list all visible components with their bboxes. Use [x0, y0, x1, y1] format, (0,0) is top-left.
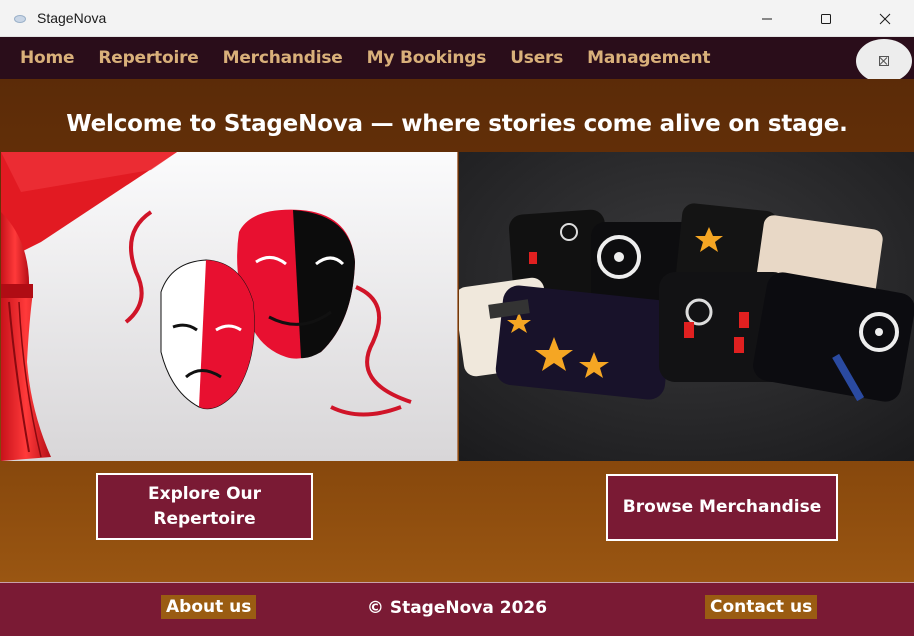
minimize-button[interactable] [737, 0, 796, 37]
nav-users[interactable]: Users [510, 48, 563, 68]
maximize-button[interactable] [796, 0, 855, 37]
main-navigation: Home Repertoire Merchandise My Bookings … [0, 37, 914, 83]
window-title: StageNova [37, 10, 107, 26]
close-box-icon [879, 56, 889, 66]
merchandise-pillows-image [459, 152, 914, 461]
window-controls [737, 0, 914, 37]
close-icon [879, 13, 890, 24]
contact-us-link[interactable]: Contact us [705, 595, 818, 619]
nav-merchandise[interactable]: Merchandise [223, 48, 343, 68]
app-icon [12, 11, 26, 25]
nav-management[interactable]: Management [587, 48, 710, 68]
minimize-icon [761, 18, 772, 19]
welcome-heading: Welcome to StageNova — where stories com… [66, 111, 848, 137]
main-content: Welcome to StageNova — where stories com… [0, 79, 914, 582]
close-window-button[interactable] [855, 0, 914, 37]
nav-close-button[interactable] [856, 39, 912, 83]
nav-my-bookings[interactable]: My Bookings [367, 48, 487, 68]
footer: About us © StageNova 2026 Contact us [0, 582, 914, 636]
browse-merchandise-button[interactable]: Browse Merchandise [606, 474, 838, 541]
nav-repertoire[interactable]: Repertoire [98, 48, 198, 68]
theatre-masks-image [1, 152, 458, 461]
nav-home[interactable]: Home [20, 48, 75, 68]
maximize-icon [820, 13, 831, 24]
window-title-bar: StageNova [0, 0, 914, 37]
explore-repertoire-button[interactable]: Explore Our Repertoire [96, 473, 313, 540]
